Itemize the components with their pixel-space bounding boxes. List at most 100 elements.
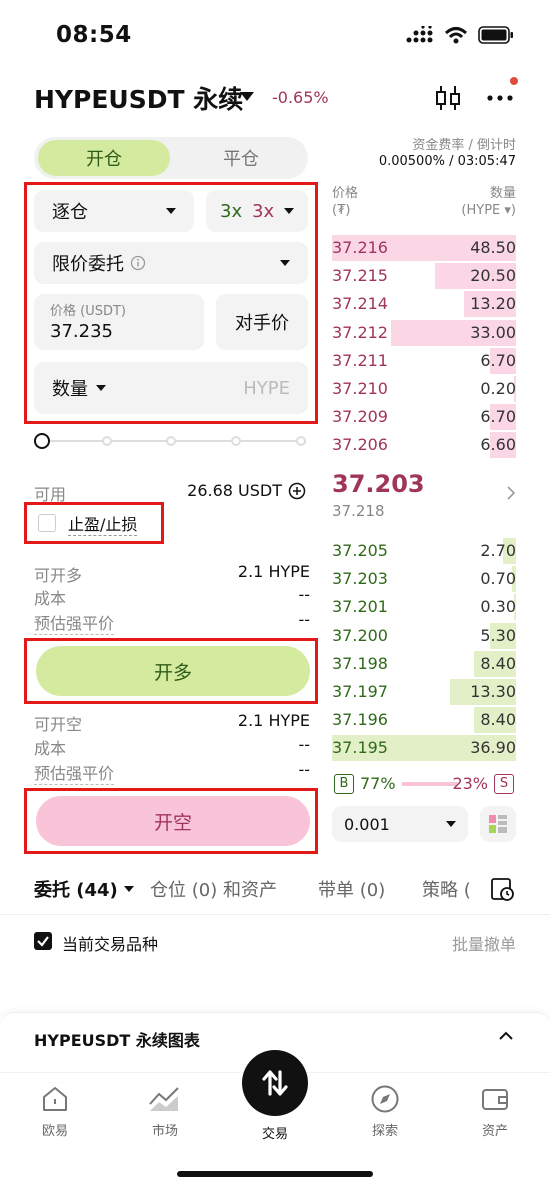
chevron-down-icon [166, 208, 176, 214]
bid-qty: 2.70 [480, 541, 516, 560]
bid-row[interactable]: 37.198 8.40 [332, 650, 516, 678]
ask-qty: 0.20 [480, 379, 516, 398]
nav-explore[interactable]: 探索 [355, 1084, 415, 1139]
bid-row[interactable]: 37.197 13.30 [332, 678, 516, 706]
price-input[interactable]: 价格 (USDT) 37.235 [34, 294, 204, 350]
can-open-long-label: 可开多 [34, 566, 83, 585]
ask-qty: 33.00 [470, 322, 516, 342]
bid-price: 37.198 [332, 653, 388, 673]
tabs-divider [0, 914, 550, 915]
bid-row[interactable]: 37.201 0.30 [332, 593, 516, 621]
battery-icon [478, 26, 513, 44]
ask-row[interactable]: 37.216 48.50 [332, 234, 516, 262]
last-price: 37.203 [332, 470, 425, 498]
bid-row[interactable]: 37.203 0.70 [332, 565, 516, 593]
batch-cancel-button[interactable]: 批量撤单 [452, 931, 516, 955]
tpsl-checkbox[interactable] [38, 514, 56, 532]
nav-assets[interactable]: 资产 [465, 1084, 525, 1139]
order-type-select[interactable]: 限价委托 [34, 242, 308, 284]
tab-orders-label: 委托 (44) [34, 880, 118, 901]
ask-price: 37.215 [332, 266, 388, 286]
pair-dropdown-icon[interactable] [240, 92, 254, 101]
current-pair-checkbox[interactable] [34, 932, 52, 950]
nav-okx[interactable]: 欧易 [25, 1084, 85, 1139]
long-liq-label: 预估强平价 [34, 610, 115, 635]
precision-select[interactable]: 0.001 [332, 806, 468, 842]
bid-row[interactable]: 37.195 36.90 [332, 734, 516, 762]
chevron-down-icon[interactable] [96, 385, 106, 391]
add-circle-icon[interactable] [288, 482, 306, 500]
counterparty-price-button[interactable]: 对手价 [216, 294, 308, 350]
bid-row[interactable]: 37.196 8.40 [332, 706, 516, 734]
current-pair-label[interactable]: 当前交易品种 [62, 931, 158, 955]
long-liq-value: -- [298, 610, 310, 629]
order-history-icon[interactable] [490, 876, 516, 902]
checkmark-icon [37, 936, 49, 947]
nav-trade[interactable] [242, 1050, 308, 1116]
tab-close-position[interactable]: 平仓 [178, 140, 304, 176]
tab-open-position[interactable]: 开仓 [38, 140, 170, 176]
tab-copy-orders[interactable]: 带单 (0) [318, 876, 385, 902]
bid-price: 37.195 [332, 738, 388, 758]
ask-row[interactable]: 37.206 6.60 [332, 431, 516, 459]
margin-mode-select[interactable]: 逐仓 [34, 190, 194, 232]
leverage-select[interactable]: 3x 3x [206, 190, 308, 232]
slider-step[interactable] [166, 436, 176, 446]
bid-price: 37.197 [332, 682, 388, 701]
margin-mode-value: 逐仓 [52, 202, 88, 223]
info-icon[interactable] [130, 255, 146, 271]
bid-price: 37.205 [332, 541, 388, 560]
wifi-icon [444, 27, 468, 44]
bid-price: 37.196 [332, 710, 388, 730]
ask-row[interactable]: 37.210 0.20 [332, 375, 516, 403]
ob-qty-unit[interactable]: (HYPE ▾) [461, 203, 516, 218]
available-value: 26.68 USDT [187, 481, 282, 500]
quantity-label: 数量 [52, 379, 88, 400]
slider-step[interactable] [296, 436, 306, 446]
nav-market-label: 市场 [151, 1124, 178, 1139]
bid-row[interactable]: 37.200 5.30 [332, 622, 516, 650]
slider-step[interactable] [231, 436, 241, 446]
slider-handle[interactable] [34, 433, 50, 449]
candlestick-chart-icon[interactable] [434, 84, 462, 116]
ask-row[interactable]: 37.209 6.70 [332, 403, 516, 431]
ask-qty: 20.50 [470, 266, 516, 286]
short-cost-label: 成本 [34, 739, 67, 758]
ask-qty: 6.60 [480, 435, 516, 455]
bid-qty: 5.30 [480, 625, 516, 645]
short-liq-value: -- [298, 760, 310, 779]
nav-okx-label: 欧易 [41, 1124, 68, 1139]
bid-row[interactable]: 37.205 2.70 [332, 537, 516, 565]
open-short-button[interactable]: 开空 [36, 796, 310, 846]
depth-view-toggle[interactable] [480, 806, 516, 842]
ask-row[interactable]: 37.214 13.20 [332, 290, 516, 318]
tab-orders[interactable]: 委托 (44) [34, 876, 134, 902]
tpsl-label[interactable]: 止盈/止损 [68, 511, 138, 536]
ask-row[interactable]: 37.212 33.00 [332, 319, 516, 347]
pair-title[interactable]: HYPEUSDT 永续 [34, 80, 243, 116]
ob-price-label: 价格 [332, 186, 359, 201]
can-open-long-value: 2.1 HYPE [237, 562, 310, 581]
sell-percent: 23% [452, 774, 488, 793]
ask-price: 37.212 [332, 322, 388, 342]
bid-price: 37.201 [332, 597, 388, 617]
home-indicator [177, 1171, 373, 1177]
available-value-wrap: 26.68 USDT [187, 481, 306, 500]
status-icons [406, 26, 514, 44]
ask-row[interactable]: 37.215 20.50 [332, 262, 516, 290]
slider-step[interactable] [102, 436, 112, 446]
long-cost-label: 成本 [34, 589, 67, 608]
price-input-value: 37.235 [50, 321, 113, 342]
market-chart-icon [149, 1087, 179, 1111]
open-long-button[interactable]: 开多 [36, 646, 310, 696]
bid-qty: 8.40 [480, 710, 516, 730]
ask-price: 37.216 [332, 238, 388, 257]
quantity-input[interactable]: 数量 HYPE [34, 362, 308, 414]
ask-row[interactable]: 37.211 6.70 [332, 347, 516, 375]
chevron-right-icon[interactable] [506, 485, 516, 501]
nav-market[interactable]: 市场 [135, 1084, 195, 1139]
more-icon[interactable] [486, 84, 514, 116]
tab-strategies[interactable]: 策略 ( [422, 876, 471, 902]
tab-positions[interactable]: 仓位 (0) 和资产 [150, 876, 277, 902]
chevron-up-icon[interactable] [498, 1030, 514, 1042]
